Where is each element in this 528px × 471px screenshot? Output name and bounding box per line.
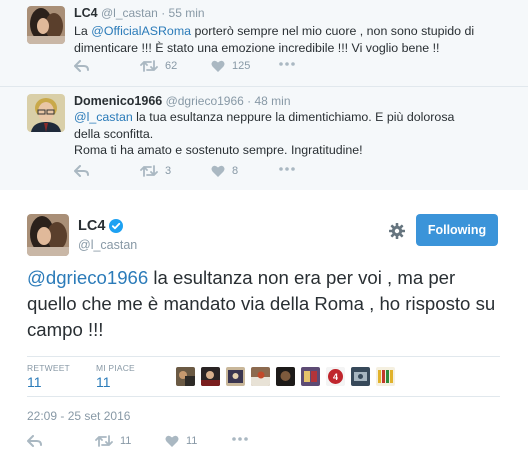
timestamp[interactable]: 55 min [169, 6, 205, 20]
retweet-count: 62 [165, 60, 178, 72]
like-button[interactable]: 8 [211, 165, 238, 177]
tweet-datetime[interactable]: 22:09 - 25 set 2016 [27, 409, 130, 423]
display-name[interactable]: Domenico1966 [74, 94, 162, 108]
like-stat[interactable]: MI PIACE 11 [96, 363, 135, 390]
handle[interactable]: @dgrieco1966 [166, 94, 244, 108]
reply-icon [27, 435, 42, 447]
more-icon [279, 62, 295, 66]
more-icon [232, 437, 248, 441]
reply-button[interactable] [74, 165, 89, 177]
tweet-header: Domenico1966 @dgrieco1966 · 48 min [74, 94, 291, 108]
heart-icon [165, 435, 179, 447]
avatar[interactable] [27, 214, 69, 256]
main-tweet: LC4 @l_castan Following @dgrieco1966 la … [0, 190, 528, 471]
gear-icon [389, 223, 405, 239]
tweet-text: @l_castan la tua esultanza neppure la di… [74, 109, 479, 159]
more-icon [279, 167, 295, 171]
tweet-text: La @OfficialASRoma porterò sempre nel mi… [74, 23, 514, 56]
mention-link[interactable]: @OfficialASRoma [91, 24, 191, 38]
avatar[interactable] [27, 6, 65, 44]
reply-icon [74, 165, 89, 177]
liker-avatar[interactable] [176, 367, 195, 386]
reply-icon [74, 60, 89, 72]
retweet-stat[interactable]: RETWEET 11 [27, 363, 70, 390]
reply-tweet-domenico[interactable]: Domenico1966 @dgrieco1966 · 48 min @l_ca… [0, 87, 528, 191]
tweet-actions: 62 125 [74, 60, 334, 76]
more-button[interactable] [232, 437, 248, 441]
handle[interactable]: @l_castan [101, 6, 158, 20]
following-button[interactable]: Following [416, 214, 498, 246]
reply-button[interactable] [74, 60, 89, 72]
retweet-stat-label: RETWEET [27, 363, 70, 373]
retweet-count: 11 [120, 435, 132, 447]
liker-avatar[interactable] [201, 367, 220, 386]
like-count: 125 [232, 60, 251, 72]
verified-icon [109, 219, 124, 233]
text-prefix: La [74, 24, 92, 38]
separator: · [161, 6, 166, 20]
separator: · [247, 94, 252, 108]
divider [27, 356, 500, 357]
display-name[interactable]: LC4 [74, 6, 98, 20]
retweet-button[interactable]: 3 [140, 165, 171, 177]
retweet-icon [140, 165, 158, 177]
tweet-actions: 11 11 [27, 435, 287, 451]
like-button[interactable]: 125 [211, 60, 250, 72]
handle[interactable]: @l_castan [78, 238, 137, 252]
liker-avatar[interactable] [376, 367, 395, 386]
liker-avatar[interactable]: 4 [326, 367, 345, 386]
retweet-count: 3 [165, 165, 172, 177]
tweet-actions: 3 8 [74, 165, 334, 181]
text-line-2: Roma ti ha amato e sostenuto sempre. Ing… [74, 143, 363, 157]
user-actions-button[interactable] [389, 223, 405, 244]
more-button[interactable] [279, 62, 295, 66]
like-stat-label: MI PIACE [96, 363, 135, 373]
like-count: 11 [186, 435, 198, 447]
liker-avatar[interactable] [251, 367, 270, 386]
like-button[interactable]: 11 [165, 435, 197, 447]
mention-link[interactable]: @dgrieco1966 [27, 267, 148, 288]
display-name-text: LC4 [78, 218, 106, 234]
like-stat-count: 11 [96, 374, 111, 390]
reply-button[interactable] [27, 435, 42, 447]
retweet-button[interactable]: 11 [95, 435, 131, 447]
retweet-icon [95, 435, 113, 447]
tweet-header: LC4 @l_castan · 55 min [74, 6, 205, 20]
mention-link[interactable]: @l_castan [74, 110, 133, 124]
liker-avatars: 4 [176, 367, 401, 386]
more-button[interactable] [279, 167, 295, 171]
divider [27, 396, 500, 397]
tweet-text: @dgrieco1966 la esultanza non era per vo… [27, 265, 507, 343]
liker-avatar[interactable] [226, 367, 245, 386]
liker-avatar[interactable] [301, 367, 320, 386]
heart-icon [211, 60, 225, 72]
avatar[interactable] [27, 94, 65, 132]
reply-tweet-lc4[interactable]: LC4 @l_castan · 55 min La @OfficialASRom… [0, 0, 528, 87]
liker-avatar[interactable] [351, 367, 370, 386]
timestamp[interactable]: 48 min [255, 94, 291, 108]
display-name[interactable]: LC4 [78, 218, 124, 234]
retweet-button[interactable]: 62 [140, 60, 177, 72]
heart-icon [211, 165, 225, 177]
liker-avatar[interactable] [276, 367, 295, 386]
retweet-icon [140, 60, 158, 72]
retweet-stat-count: 11 [27, 374, 42, 390]
like-count: 8 [232, 165, 239, 177]
svg-text:4: 4 [333, 372, 338, 382]
